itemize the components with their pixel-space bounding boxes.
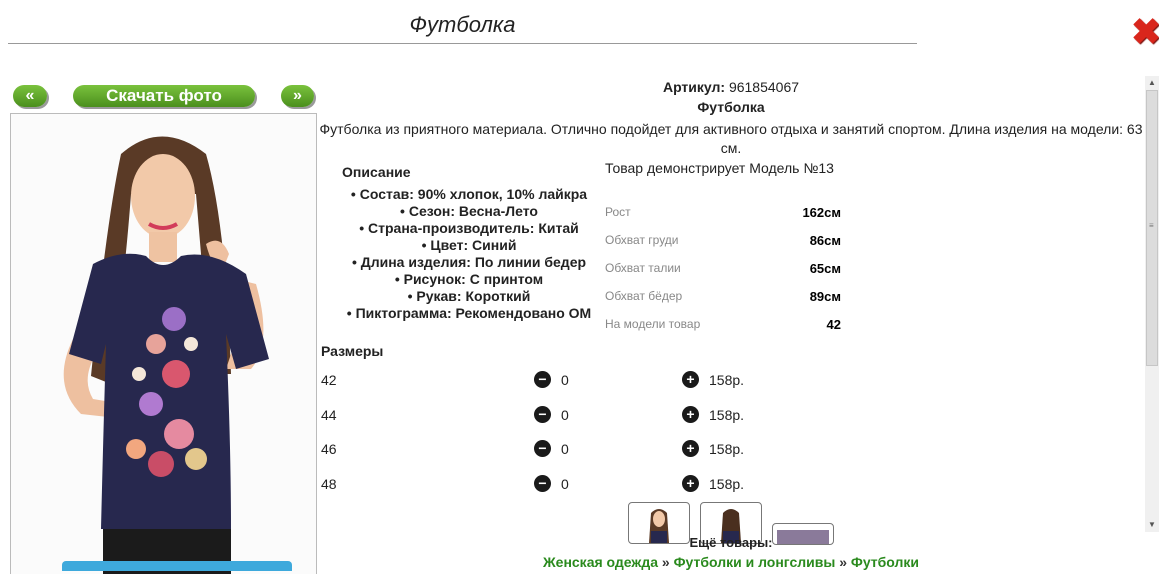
- breadcrumb-separator: »: [661, 554, 674, 570]
- table-row: Обхват груди 86см: [605, 226, 841, 254]
- price-value: 158р.: [709, 372, 745, 388]
- measure-label: На модели товар: [605, 317, 701, 331]
- plus-icon[interactable]: +: [682, 406, 699, 423]
- breadcrumb-link[interactable]: Футболки и лонгсливы: [674, 554, 836, 570]
- model-photo-illustration: [11, 114, 316, 574]
- measure-value: 65см: [809, 260, 841, 276]
- measure-label: Обхват груди: [605, 233, 679, 247]
- quantity-value: 0: [561, 372, 569, 388]
- scroll-up-icon[interactable]: ▲: [1145, 76, 1159, 90]
- description-item: Длина изделия: По линии бедер: [319, 254, 619, 271]
- size-label: 44: [321, 407, 337, 423]
- plus-icon[interactable]: +: [682, 371, 699, 388]
- table-row: Обхват талии 65см: [605, 254, 841, 282]
- description-item: Рукав: Короткий: [319, 288, 619, 305]
- size-row: 46 − 0 + 158р.: [321, 439, 771, 459]
- measure-label: Рост: [605, 205, 631, 219]
- plus-icon[interactable]: +: [682, 475, 699, 492]
- description-item: Пиктограмма: Рекомендовано ОМ: [319, 305, 619, 322]
- description-list: Состав: 90% хлопок, 10% лайкра Сезон: Ве…: [319, 186, 619, 322]
- title-divider: [8, 43, 917, 44]
- description-title: Описание: [342, 164, 411, 180]
- breadcrumb-link[interactable]: Женская одежда: [543, 554, 658, 570]
- breadcrumb-separator: »: [839, 554, 851, 570]
- size-label: 48: [321, 476, 337, 492]
- photo-bottom-bar: [62, 561, 292, 571]
- product-photo[interactable]: [10, 113, 317, 574]
- table-row: Обхват бёдер 89см: [605, 282, 841, 310]
- plus-icon[interactable]: +: [682, 440, 699, 457]
- description-item: Состав: 90% хлопок, 10% лайкра: [319, 186, 619, 203]
- table-row: Рост 162см: [605, 198, 841, 226]
- sizes-title: Размеры: [321, 343, 384, 359]
- size-row: 48 − 0 + 158р.: [321, 474, 771, 494]
- quantity-value: 0: [561, 407, 569, 423]
- close-icon[interactable]: ✖: [1131, 14, 1159, 50]
- size-row: 44 − 0 + 158р.: [321, 405, 771, 425]
- table-row: На модели товар 42: [605, 310, 841, 338]
- quantity-value: 0: [561, 476, 569, 492]
- measure-value: 86см: [809, 232, 841, 248]
- product-name: Футболка: [697, 99, 765, 115]
- description-item: Цвет: Синий: [319, 237, 619, 254]
- measure-value: 42: [826, 316, 841, 332]
- next-photo-button[interactable]: »: [281, 85, 314, 107]
- size-row: 42 − 0 + 158р.: [321, 370, 771, 390]
- description-item: Рисунок: С принтом: [319, 271, 619, 288]
- content-scrollbar[interactable]: ▲ ≡ ▼: [1145, 76, 1159, 532]
- measure-value: 162см: [802, 204, 841, 220]
- more-products-label: Ещё товары:: [689, 535, 773, 550]
- price-value: 158р.: [709, 441, 745, 457]
- minus-icon[interactable]: −: [534, 371, 551, 388]
- prev-photo-button[interactable]: «: [13, 85, 47, 107]
- minus-icon[interactable]: −: [534, 406, 551, 423]
- article-line: Артикул: 961854067: [319, 79, 1143, 95]
- measure-value: 89см: [809, 288, 841, 304]
- scroll-down-icon[interactable]: ▼: [1145, 518, 1159, 532]
- minus-icon[interactable]: −: [534, 475, 551, 492]
- download-photo-button[interactable]: Скачать фото: [73, 85, 255, 107]
- scroll-thumb[interactable]: ≡: [1146, 90, 1158, 366]
- price-value: 158р.: [709, 407, 745, 423]
- price-value: 158р.: [709, 476, 745, 492]
- measure-label: Обхват талии: [605, 261, 681, 275]
- page-title: Футболка: [409, 12, 516, 37]
- measure-label: Обхват бёдер: [605, 289, 683, 303]
- model-measurements-table: Рост 162см Обхват груди 86см Обхват тали…: [605, 198, 841, 338]
- size-label: 42: [321, 372, 337, 388]
- breadcrumb: Женская одежда » Футболки и лонгсливы » …: [319, 554, 1143, 570]
- description-item: Страна-производитель: Китай: [319, 220, 619, 237]
- breadcrumb-link[interactable]: Футболки: [851, 554, 919, 570]
- size-label: 46: [321, 441, 337, 457]
- product-description: Футболка из приятного материала. Отлично…: [319, 121, 1143, 156]
- quantity-value: 0: [561, 441, 569, 457]
- model-title: Товар демонстрирует Модель №13: [605, 160, 834, 176]
- article-value: 961854067: [728, 79, 800, 95]
- grip-icon: ≡: [1149, 221, 1154, 230]
- description-item: Сезон: Весна-Лето: [319, 203, 619, 220]
- minus-icon[interactable]: −: [534, 440, 551, 457]
- article-label: Артикул:: [662, 79, 726, 95]
